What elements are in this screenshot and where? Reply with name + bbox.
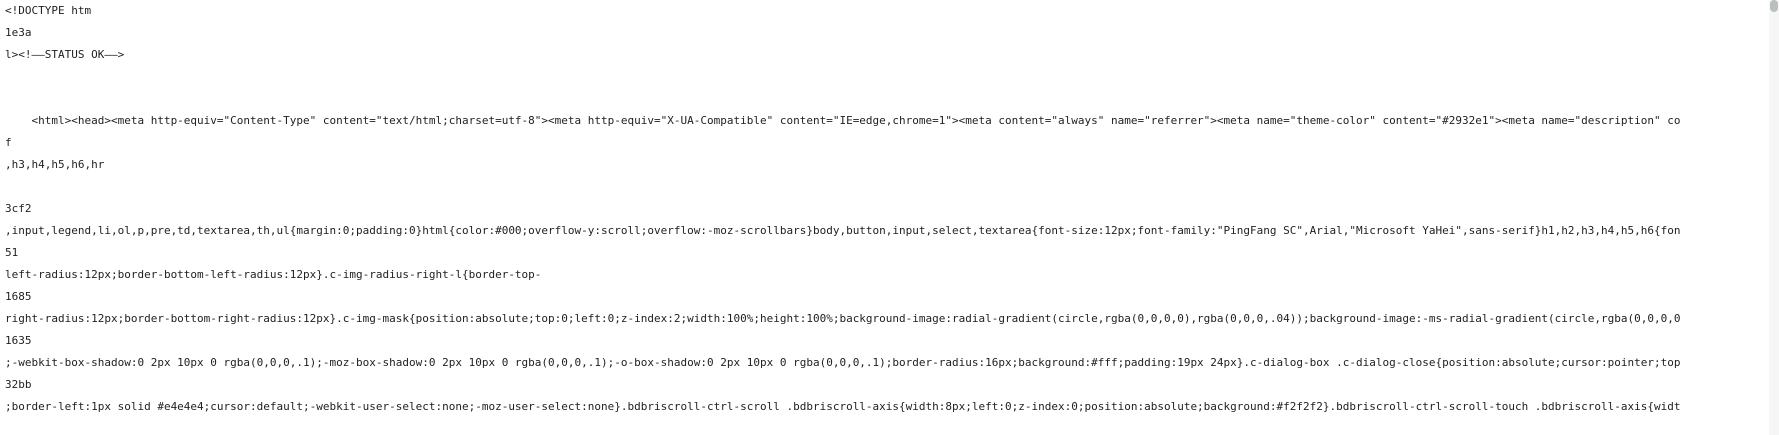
scrollbar-thumb[interactable] [1770,0,1778,12]
source-line: 51 [5,246,19,259]
source-line: 1e3a [5,26,32,39]
source-line: left-radius:12px;border-bottom-left-radi… [5,268,542,281]
source-line: 32bb [5,378,32,391]
source-line: ;border-left:1px solid #e4e4e4;cursor:de… [5,400,1681,413]
source-line: 3cf2 [5,202,32,215]
source-line: 1635 [5,334,32,347]
source-line: <html><head><meta http-equiv="Content-Ty… [5,114,1681,127]
vertical-scrollbar[interactable] [1769,0,1779,435]
source-line: ,input,legend,li,ol,p,pre,td,textarea,th… [5,224,1681,237]
source-code-block: <!DOCTYPE htm 1e3a l><!——STATUS OK——> <h… [5,0,1765,418]
source-line: <!DOCTYPE htm [5,4,92,17]
source-line [5,176,1765,198]
source-line [5,66,1765,88]
source-line: ;-webkit-box-shadow:0 2px 10px 0 rgba(0,… [5,356,1681,369]
source-line [5,88,1765,110]
source-line: right-radius:12px;border-bottom-right-ra… [5,312,1681,325]
source-line: l><!——STATUS OK——> [5,48,125,61]
source-viewer: <!DOCTYPE htm 1e3a l><!——STATUS OK——> <h… [0,0,1779,435]
source-line: ,h3,h4,h5,h6,hr [5,158,105,171]
source-line: 1685 [5,290,32,303]
source-line: f [5,136,12,149]
